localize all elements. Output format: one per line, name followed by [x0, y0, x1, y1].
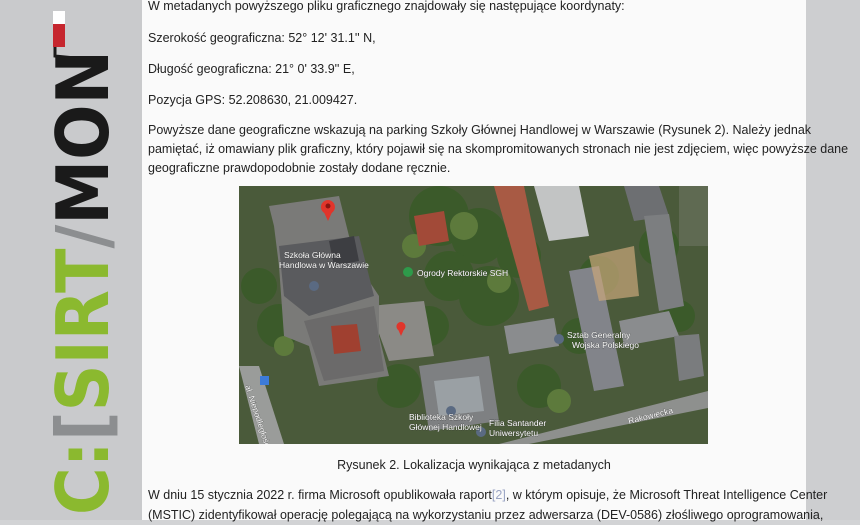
satellite-map: Szkoła Główna Handlowa w Warszawie Ogrod…	[239, 186, 708, 444]
map-label-santander-1: Filia Santander	[489, 418, 546, 428]
flag-red	[53, 24, 65, 47]
gps-line: Pozycja GPS: 52.208630, 21.009427.	[148, 93, 358, 107]
map-label-library-2: Głównej Handlowej	[409, 422, 482, 432]
logo-text: C:[SIRT/MON	[41, 50, 125, 515]
map-label-sgh-1: Szkoła Główna	[284, 250, 341, 260]
paragraph-2-line-1: W dniu 15 stycznia 2022 r. firma Microso…	[148, 486, 827, 505]
paragraph-1-line-2: pamiętać, iż omawiany plik graficzny, kt…	[148, 142, 849, 156]
paragraph-2-text-a: W dniu 15 stycznia 2022 r. firma Microso…	[148, 488, 492, 502]
flag-white	[53, 11, 65, 24]
map-label-gardens: Ogrody Rektorskie SGH	[417, 268, 508, 278]
metadata-intro: W metadanych powyższego pliku graficzneg…	[148, 0, 625, 13]
map-label-sztab-1: Sztab Generalny	[567, 330, 631, 340]
paragraph-1-line-3: geograficzne prawdopodobnie zostały doda…	[148, 161, 451, 175]
csirt-mon-logo: C:[SIRT/MON	[41, 11, 125, 515]
longitude-line: Długość geograficzna: 21° 0' 33.9'' E,	[148, 62, 355, 76]
map-label-sztab-2: Wojska Polskiego	[572, 340, 639, 350]
figure-caption: Rysunek 2. Lokalizacja wynikająca z meta…	[337, 458, 611, 472]
map-label-library-1: Biblioteka Szkoły	[409, 412, 474, 422]
paragraph-2-text-b: , w którym opisuje, że Microsoft Threat …	[505, 488, 828, 502]
park-marker-icon	[403, 267, 413, 277]
paragraph-1-line-1: Powyższe dane geograficzne wskazują na p…	[148, 123, 812, 137]
office-marker-icon	[554, 334, 564, 344]
citation-link[interactable]: [2]	[492, 488, 506, 502]
paragraph-2-line-2: (MSTIC) zidentyfikował operację polegają…	[148, 508, 824, 522]
map-label-sgh-2: Handlowa w Warszawie	[279, 260, 369, 270]
document-page: W metadanych powyższego pliku graficzneg…	[142, 0, 849, 522]
transit-icon	[260, 376, 269, 385]
right-margin	[806, 0, 860, 520]
latitude-line: Szerokość geograficzna: 52° 12' 31.1'' N…	[148, 31, 376, 45]
school-marker-icon	[309, 281, 319, 291]
map-label-santander-2: Uniwersytetu	[489, 428, 538, 438]
